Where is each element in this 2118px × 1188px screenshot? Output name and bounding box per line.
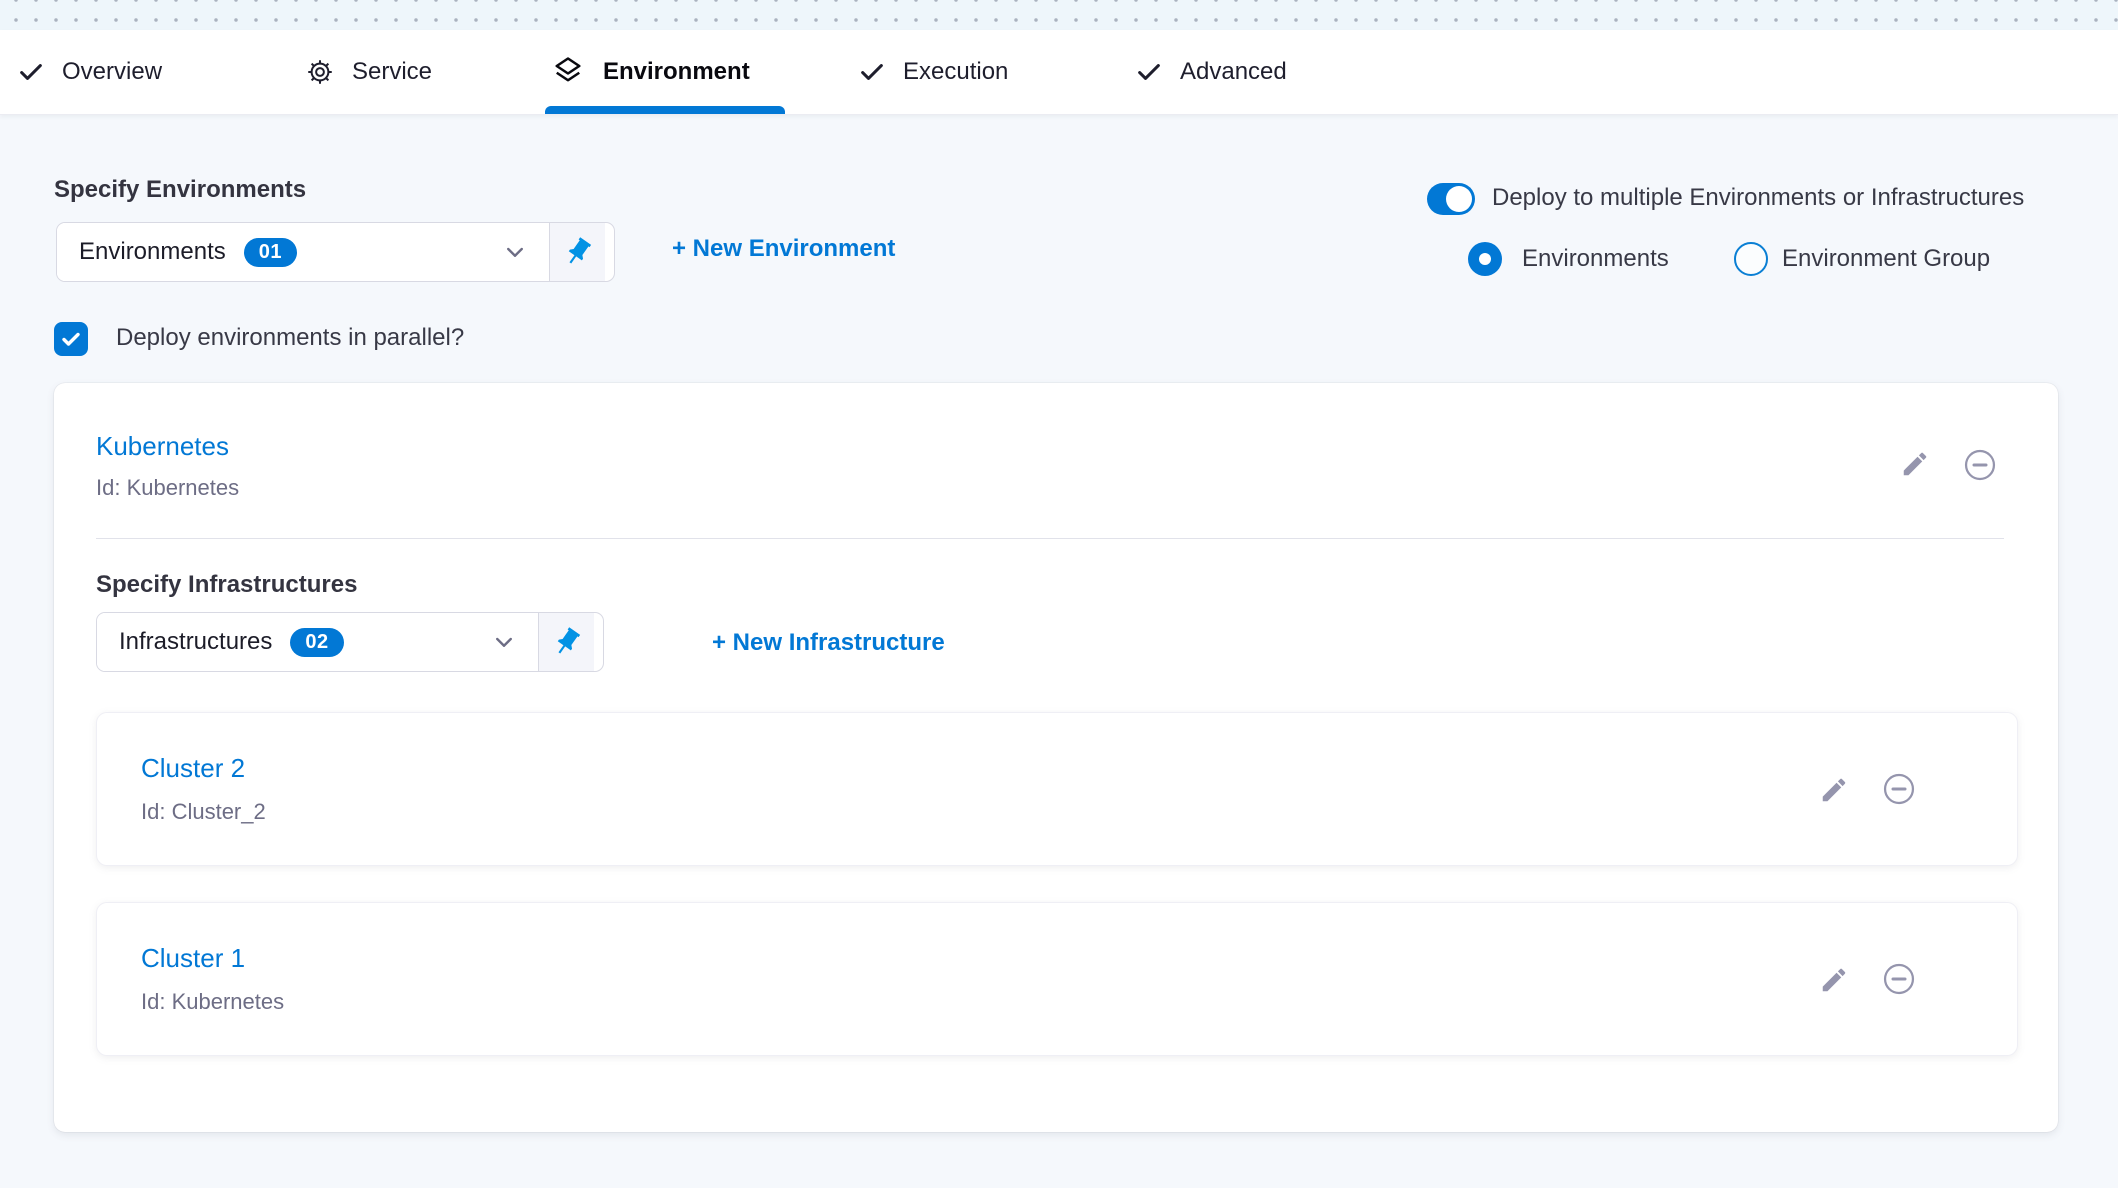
card-divider: [96, 538, 2004, 539]
pushpin-icon: [551, 626, 583, 658]
remove-infrastructure-button[interactable]: [1881, 771, 1917, 807]
pipeline-stage-config-screen: Overview Service Environment Exe: [0, 0, 2118, 1188]
tab-label: Service: [352, 58, 432, 86]
infrastructure-card-cluster-2: Cluster 2 Id: Cluster_2: [96, 712, 2018, 866]
infrastructures-count-badge: 02: [290, 628, 343, 657]
infrastructure-id-text: Id: Cluster_2: [141, 799, 266, 825]
check-icon: [59, 327, 83, 351]
environments-select: Environments 01: [56, 222, 615, 282]
environment-id-text: Id: Kubernetes: [96, 475, 239, 501]
infrastructure-card-cluster-1: Cluster 1 Id: Kubernetes: [96, 902, 2018, 1056]
specify-infrastructures-heading: Specify Infrastructures: [96, 571, 357, 599]
stage-tabbar: Overview Service Environment Exe: [0, 30, 2118, 115]
infrastructures-select-value: Infrastructures: [119, 628, 272, 656]
environments-count-badge: 01: [244, 238, 297, 267]
chevron-down-icon: [503, 240, 527, 264]
tab-overview[interactable]: Overview: [17, 30, 162, 114]
infrastructure-name-link[interactable]: Cluster 2: [141, 753, 245, 784]
radio-environments[interactable]: [1468, 242, 1502, 276]
pencil-icon: [1819, 775, 1849, 805]
pushpin-icon: [562, 236, 594, 268]
pencil-icon: [1900, 449, 1930, 479]
tab-advanced[interactable]: Advanced: [1135, 30, 1287, 114]
pin-infrastructures-button[interactable]: [538, 613, 594, 671]
minus-circle-icon: [1962, 447, 1998, 483]
deploy-parallel-checkbox-label: Deploy environments in parallel?: [116, 324, 464, 352]
tab-service[interactable]: Service: [305, 30, 432, 114]
deploy-parallel-checkbox[interactable]: [54, 322, 88, 356]
remove-infrastructure-button[interactable]: [1881, 961, 1917, 997]
radio-environment-group-label: Environment Group: [1782, 245, 1990, 273]
minus-circle-icon: [1881, 771, 1917, 807]
deploy-multiple-toggle-label: Deploy to multiple Environments or Infra…: [1492, 184, 2024, 212]
edit-infrastructure-button[interactable]: [1819, 965, 1849, 995]
chevron-down-icon: [492, 630, 516, 654]
remove-environment-button[interactable]: [1962, 447, 1998, 483]
gear-icon: [305, 57, 335, 87]
toggle-knob: [1446, 186, 1472, 212]
tab-label: Environment: [603, 58, 750, 86]
tab-environment[interactable]: Environment: [550, 30, 750, 114]
check-icon: [17, 58, 45, 86]
new-infrastructure-link[interactable]: + New Infrastructure: [712, 629, 945, 657]
edit-environment-button[interactable]: [1900, 449, 1930, 479]
new-environment-link[interactable]: + New Environment: [672, 235, 895, 263]
canvas-dot-pattern: [0, 0, 2118, 30]
active-tab-underline: [545, 106, 785, 114]
environment-card-kubernetes: Kubernetes Id: Kubernetes Specify Infras…: [54, 383, 2058, 1132]
infrastructures-select-field[interactable]: Infrastructures 02: [97, 613, 538, 671]
specify-environments-heading: Specify Environments: [54, 176, 306, 204]
tab-label: Advanced: [1180, 58, 1287, 86]
tab-execution[interactable]: Execution: [858, 30, 1008, 114]
check-icon: [1135, 58, 1163, 86]
infrastructure-id-text: Id: Kubernetes: [141, 989, 284, 1015]
environment-name-link[interactable]: Kubernetes: [96, 431, 229, 462]
edit-infrastructure-button[interactable]: [1819, 775, 1849, 805]
tab-label: Execution: [903, 58, 1008, 86]
check-icon: [858, 58, 886, 86]
environment-layers-icon: [550, 54, 586, 90]
pencil-icon: [1819, 965, 1849, 995]
environments-select-field[interactable]: Environments 01: [57, 223, 549, 281]
radio-environment-group[interactable]: [1734, 242, 1768, 276]
pin-environments-button[interactable]: [549, 223, 605, 281]
radio-environments-label: Environments: [1522, 245, 1669, 273]
infrastructures-select: Infrastructures 02: [96, 612, 604, 672]
deploy-multiple-toggle[interactable]: [1427, 183, 1475, 215]
infrastructure-name-link[interactable]: Cluster 1: [141, 943, 245, 974]
minus-circle-icon: [1881, 961, 1917, 997]
environments-select-value: Environments: [79, 238, 226, 266]
tab-label: Overview: [62, 58, 162, 86]
